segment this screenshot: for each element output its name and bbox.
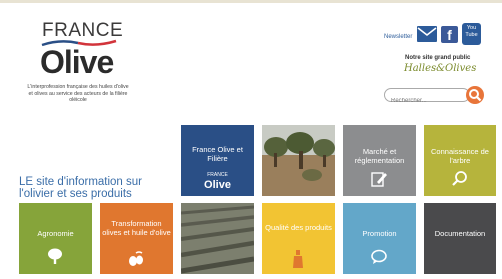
tile-olive-grove-photo[interactable] xyxy=(262,125,335,196)
tile-label: Connaissance de l'arbre xyxy=(431,147,489,165)
bottle-icon xyxy=(293,250,303,268)
tile-label: Agronomie xyxy=(37,229,74,238)
search-icon xyxy=(469,89,482,102)
tile-label: France Olive et Filière xyxy=(192,145,243,163)
tile-sublogo-france: FRANCE xyxy=(207,172,228,178)
tile-lavender-field-photo[interactable] xyxy=(181,203,254,274)
olive-icon xyxy=(129,251,143,266)
site-headline: LE site d'information sur l'olivier et s… xyxy=(19,176,143,200)
tile-marche-reglementation[interactable]: Marché et réglementation xyxy=(343,125,416,196)
youtube-icon[interactable]: You Tube xyxy=(462,23,481,45)
logo-olive-text: Olive xyxy=(40,44,114,80)
tile-sublogo-olive: Olive xyxy=(204,179,231,191)
tile-label: Promotion xyxy=(362,229,397,238)
halles-olives-link[interactable]: Halles&Olives xyxy=(404,63,476,74)
facebook-icon[interactable]: f xyxy=(441,26,458,43)
tile-label: Documentation xyxy=(434,229,486,238)
tile-qualite-produits[interactable]: Qualité des produits xyxy=(262,203,335,274)
mail-icon[interactable] xyxy=(417,26,437,42)
tile-agronomie[interactable]: Agronomie xyxy=(19,203,92,274)
olive-grove-image xyxy=(262,125,335,196)
magnifier-icon xyxy=(452,171,467,186)
tile-documentation[interactable]: Documentation xyxy=(424,203,496,274)
tile-france-olive-filiere[interactable]: France Olive et Filière FRANCE Olive xyxy=(181,125,254,196)
chat-icon xyxy=(371,249,387,264)
tree-icon xyxy=(48,248,62,264)
search-input[interactable] xyxy=(391,98,467,104)
search-button[interactable] xyxy=(466,86,484,104)
search-box xyxy=(384,88,470,104)
pencil-icon xyxy=(371,172,387,187)
logo-tagline: L'interprofession française des huiles d… xyxy=(27,84,129,103)
tile-label: Transformation olives et huile d'olive xyxy=(102,219,171,237)
field-image xyxy=(181,203,254,274)
tile-connaissance-arbre[interactable]: Connaissance de l'arbre xyxy=(424,125,496,196)
tile-label: Qualité des produits xyxy=(265,223,332,232)
tile-promotion[interactable]: Promotion xyxy=(343,203,416,274)
public-site-label: Notre site grand public xyxy=(405,55,471,61)
top-divider xyxy=(0,0,502,3)
france-olive-logo[interactable]: FRANCE Olive L'interprofession française… xyxy=(22,18,132,118)
tile-transformation[interactable]: Transformation olives et huile d'olive xyxy=(100,203,173,274)
newsletter-link[interactable]: Newsletter xyxy=(384,34,412,40)
tile-label: Marché et réglementation xyxy=(354,147,405,165)
